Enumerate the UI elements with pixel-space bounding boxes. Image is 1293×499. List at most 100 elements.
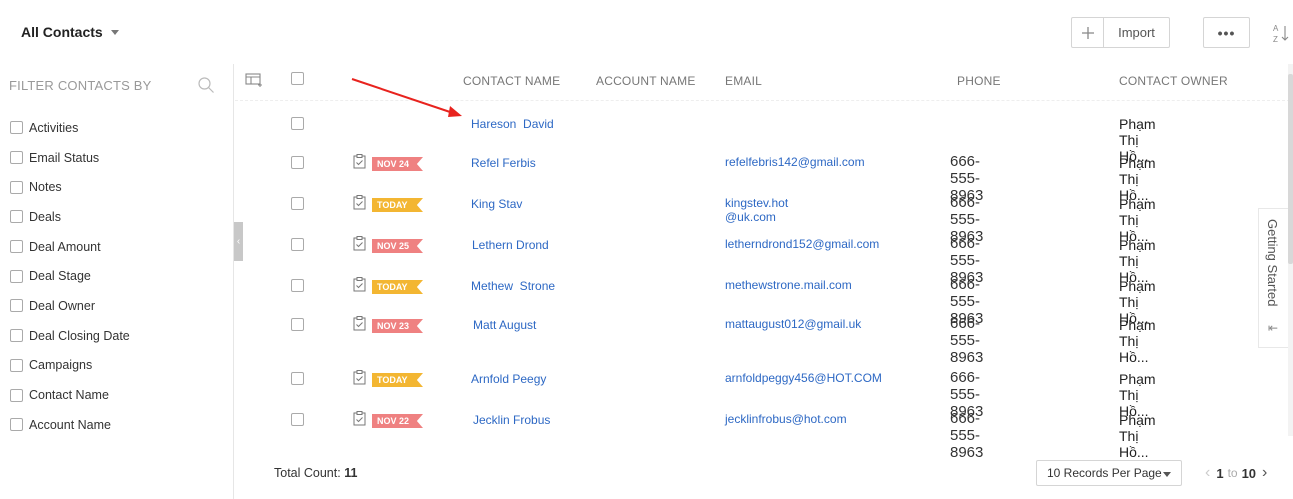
row-checkbox[interactable] (291, 318, 304, 331)
filter-checkbox[interactable] (10, 151, 23, 165)
pagination: ‹ 1 to 10 › (1205, 464, 1267, 482)
task-clipboard-icon[interactable] (353, 277, 366, 292)
filter-checkbox[interactable] (10, 269, 23, 283)
create-contact-button[interactable] (1072, 18, 1104, 47)
table-footer: Total Count: 11 10 Records Per Page ‹ 1 … (235, 440, 1293, 499)
filter-item[interactable]: Deal Stage (10, 261, 130, 291)
filter-item-label: Account Name (29, 417, 111, 432)
contact-name-link[interactable]: Methew Strone (471, 279, 555, 293)
filter-item[interactable]: Deal Owner (10, 291, 130, 321)
total-count-label: Total Count: (274, 466, 341, 480)
due-date-badge: TODAY (372, 198, 423, 212)
filter-item[interactable]: Deals (10, 202, 130, 232)
filter-checkbox[interactable] (10, 388, 23, 402)
contact-name-link[interactable]: Jecklin Frobus (473, 413, 550, 427)
more-options-button[interactable]: ••• (1203, 17, 1250, 48)
filter-item-label: Deal Stage (29, 269, 91, 284)
page-to-label: to (1227, 466, 1238, 480)
svg-text:Z: Z (1273, 35, 1278, 44)
filter-checkbox[interactable] (10, 180, 23, 194)
contact-phone: 666-555-8963 (950, 315, 984, 366)
contact-email-link[interactable]: refelfebris142@gmail.com (725, 155, 865, 169)
contact-email-link[interactable]: kingstev.hot @uk.com (725, 196, 788, 224)
filter-item[interactable]: Notes (10, 172, 130, 202)
previous-page-icon[interactable]: ‹ (1205, 464, 1210, 482)
contact-email-link[interactable]: mattaugust012@gmail.uk (725, 317, 861, 331)
column-header-contact-owner[interactable]: CONTACT OWNER (1119, 74, 1228, 88)
next-page-icon[interactable]: › (1262, 464, 1267, 482)
task-clipboard-icon[interactable] (353, 316, 366, 331)
contact-name-link[interactable]: Hareson David (471, 117, 554, 131)
contact-email-link[interactable]: methewstrone.mail.com (725, 278, 852, 292)
filter-item[interactable]: Deal Closing Date (10, 321, 130, 351)
contact-name-link[interactable]: Matt August (473, 318, 536, 332)
row-checkbox[interactable] (291, 372, 304, 385)
contact-owner: Phạm Thị Hồ... (1119, 317, 1156, 365)
row-checkbox[interactable] (291, 156, 304, 169)
header-divider (235, 100, 1290, 101)
filter-item[interactable]: Email Status (10, 143, 130, 173)
filter-item-label: Deal Owner (29, 298, 95, 313)
filter-checkbox[interactable] (10, 121, 23, 135)
row-checkbox[interactable] (291, 197, 304, 210)
scrollbar-thumb[interactable] (1288, 74, 1293, 264)
task-clipboard-icon[interactable] (353, 154, 366, 169)
row-checkbox[interactable] (291, 238, 304, 251)
column-header-email[interactable]: EMAIL (725, 74, 762, 88)
page-header: All Contacts Import ••• A Z (0, 0, 1293, 64)
filter-item[interactable]: Account Name (10, 410, 130, 440)
table-scrollbar[interactable] (1288, 64, 1293, 436)
contact-name-link[interactable]: King Stav (471, 197, 522, 211)
total-count: Total Count: 11 (274, 466, 357, 480)
column-header-contact-name[interactable]: CONTACT NAME (463, 74, 560, 88)
filter-checkbox[interactable] (10, 329, 23, 343)
row-checkbox[interactable] (291, 413, 304, 426)
select-all-checkbox[interactable] (291, 72, 304, 85)
import-button[interactable]: Import (1104, 18, 1169, 47)
task-clipboard-icon[interactable] (353, 411, 366, 426)
due-date-badge: NOV 25 (372, 239, 423, 253)
filter-list: Activities Email Status Notes Deals Deal Amo… (10, 113, 130, 440)
task-clipboard-icon[interactable] (353, 370, 366, 385)
filter-checkbox[interactable] (10, 240, 23, 254)
task-clipboard-icon[interactable] (353, 236, 366, 251)
search-icon[interactable] (197, 76, 215, 94)
filter-item[interactable]: Deal Amount (10, 232, 130, 262)
contact-name-link[interactable]: Refel Ferbis (471, 156, 536, 170)
filter-checkbox[interactable] (10, 210, 23, 224)
getting-started-label: Getting Started (1265, 219, 1280, 307)
filter-item[interactable]: Activities (10, 113, 130, 143)
filter-item-label: Deal Amount (29, 239, 101, 254)
filter-item-label: Campaigns (29, 358, 93, 373)
records-per-page-value: 10 Records Per Page (1047, 466, 1162, 480)
due-date-badge: TODAY (372, 373, 423, 387)
column-header-phone[interactable]: PHONE (957, 74, 1001, 88)
contact-email-link[interactable]: arnfoldpeggy456@HOT.COM (725, 371, 882, 385)
column-header-account-name[interactable]: ACCOUNT NAME (596, 74, 696, 88)
row-checkbox[interactable] (291, 279, 304, 292)
contact-email-link[interactable]: jecklinfrobus@hot.com (725, 412, 847, 426)
caret-down-icon (1163, 472, 1171, 477)
records-per-page-select[interactable]: 10 Records Per Page (1036, 460, 1182, 486)
filter-item[interactable]: Contact Name (10, 380, 130, 410)
column-settings-icon[interactable] (245, 72, 263, 88)
filter-item-label: Deal Closing Date (29, 328, 130, 343)
filter-checkbox[interactable] (10, 418, 23, 432)
row-checkbox[interactable] (291, 117, 304, 130)
filter-checkbox[interactable] (10, 358, 23, 372)
task-clipboard-icon[interactable] (353, 195, 366, 210)
filter-item[interactable]: Campaigns (10, 351, 130, 381)
due-date-badge: NOV 24 (372, 157, 423, 171)
sort-az-icon[interactable]: A Z (1270, 22, 1290, 44)
contact-name-link[interactable]: Lethern Drond (472, 238, 549, 252)
filter-item-label: Contact Name (29, 388, 109, 403)
plus-icon (1081, 26, 1094, 39)
contacts-table: CONTACT NAME ACCOUNT NAME EMAIL PHONE CO… (235, 64, 1290, 461)
getting-started-tab[interactable]: Getting Started ⇤ (1258, 208, 1288, 348)
view-selector[interactable]: All Contacts (21, 24, 119, 40)
contact-name-link[interactable]: Arnfold Peegy (471, 372, 546, 386)
contact-email-link[interactable]: letherndrond152@gmail.com (725, 237, 879, 251)
total-count-value: 11 (344, 466, 358, 480)
filter-title: FILTER CONTACTS BY (9, 78, 152, 93)
filter-checkbox[interactable] (10, 299, 23, 313)
